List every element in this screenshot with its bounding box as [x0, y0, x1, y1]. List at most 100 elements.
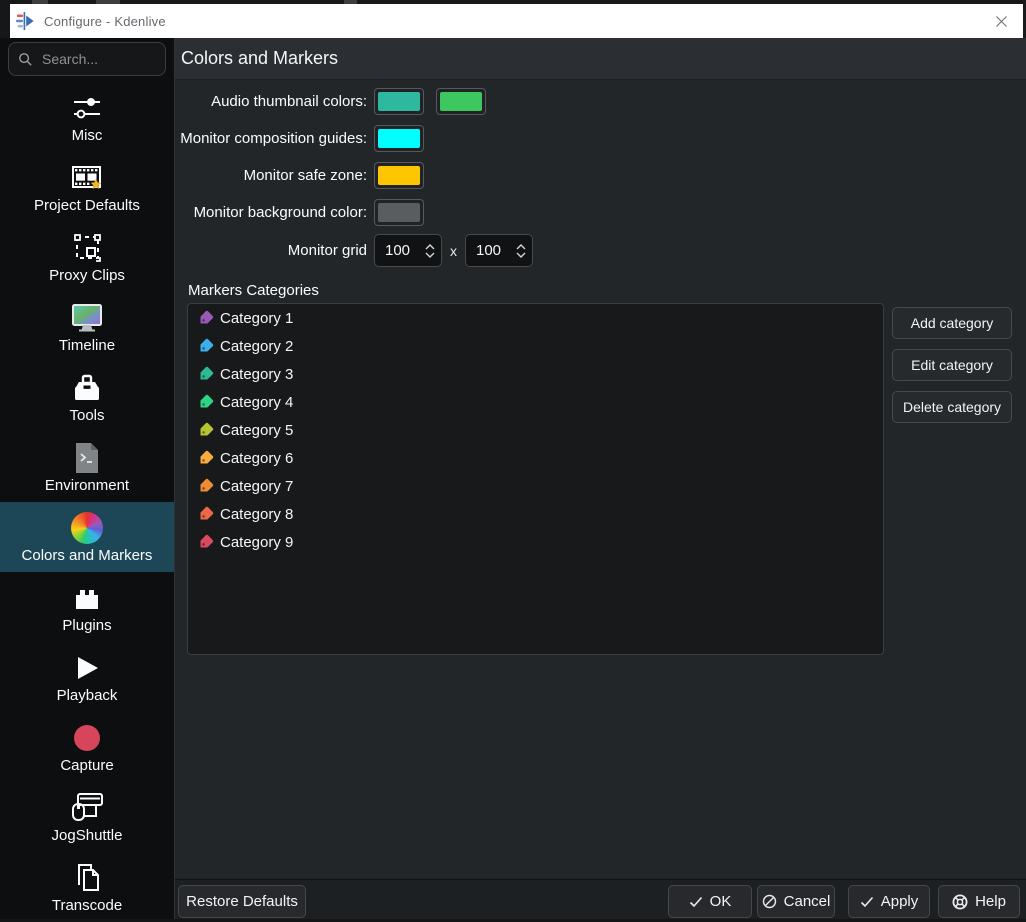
- category-label: Category 5: [220, 422, 293, 439]
- sidebar-item-capture[interactable]: Capture: [0, 712, 174, 782]
- monitor-safe-zone-row: Monitor safe zone:: [175, 161, 875, 189]
- grid-width-value[interactable]: 100: [375, 242, 419, 259]
- sidebar-item-label: Project Defaults: [34, 197, 140, 214]
- cancel-button[interactable]: Cancel: [757, 885, 835, 918]
- toolbox-icon: [70, 370, 104, 406]
- check-icon: [689, 896, 703, 908]
- category-list-item[interactable]: Category 5: [188, 416, 883, 444]
- record-circle-icon: [72, 720, 102, 756]
- spin-down-icon[interactable]: [425, 252, 435, 258]
- sidebar-item-label: Timeline: [59, 337, 115, 354]
- play-icon: [72, 650, 102, 686]
- background-window-edge: [0, 0, 10, 38]
- sidebar-item-colors-and-markers[interactable]: Colors and Markers: [0, 502, 174, 572]
- monitor-icon: [70, 300, 104, 336]
- sidebar-item-jogshuttle[interactable]: JogShuttle: [0, 782, 174, 852]
- add-category-button[interactable]: Add category: [892, 307, 1012, 339]
- search-input[interactable]: [33, 51, 165, 67]
- tag-icon: [196, 533, 214, 551]
- category-list-item[interactable]: Category 6: [188, 444, 883, 472]
- audio-color-2-button[interactable]: [436, 88, 486, 115]
- tag-icon: [196, 505, 214, 523]
- sidebar-item-label: Capture: [60, 757, 113, 774]
- apply-label: Apply: [881, 893, 919, 910]
- category-label: Category 2: [220, 338, 293, 355]
- page-title: Colors and Markers: [181, 48, 338, 69]
- category-list-item[interactable]: Category 2: [188, 332, 883, 360]
- tag-icon: [196, 337, 214, 355]
- grid-height-value[interactable]: 100: [466, 242, 510, 259]
- sidebar-item-timeline[interactable]: Timeline: [0, 292, 174, 362]
- restore-defaults-label: Restore Defaults: [186, 893, 298, 910]
- tag-icon: [196, 477, 214, 495]
- sliders-icon: [70, 90, 104, 126]
- category-list-item[interactable]: Category 8: [188, 500, 883, 528]
- color-wheel-icon: [71, 510, 103, 546]
- tag-icon: [196, 365, 214, 383]
- category-list-item[interactable]: Category 9: [188, 528, 883, 556]
- audio-thumbnail-colors-label: Audio thumbnail colors:: [175, 93, 374, 110]
- sidebar-item-label: Proxy Clips: [49, 267, 125, 284]
- sidebar-item-plugins[interactable]: Plugins: [0, 572, 174, 642]
- monitor-grid-row: Monitor grid 100 x 100: [175, 234, 875, 267]
- safe-zone-color-button[interactable]: [374, 162, 424, 189]
- sidebar-item-tools[interactable]: Tools: [0, 362, 174, 432]
- grid-width-spinner[interactable]: 100: [374, 234, 442, 267]
- color-swatch: [378, 129, 420, 148]
- background-color-button[interactable]: [374, 199, 424, 226]
- monitor-composition-guides-row: Monitor composition guides:: [175, 124, 875, 152]
- edit-category-button[interactable]: Edit category: [892, 349, 1012, 381]
- help-button[interactable]: Help: [938, 885, 1020, 918]
- categories-list[interactable]: Category 1 Category 2: [187, 303, 884, 655]
- restore-defaults-button[interactable]: Restore Defaults: [178, 885, 306, 918]
- monitor-composition-guides-label: Monitor composition guides:: [175, 130, 374, 147]
- sidebar-item-label: Playback: [57, 687, 118, 704]
- titlebar[interactable]: Configure - Kdenlive: [10, 4, 1023, 38]
- category-list-item[interactable]: Category 1: [188, 304, 883, 332]
- close-icon: [994, 14, 1009, 29]
- plugin-brick-icon: [71, 580, 103, 616]
- spinner-arrows: [419, 244, 441, 258]
- ok-button[interactable]: OK: [668, 885, 752, 918]
- guides-color-button[interactable]: [374, 125, 424, 152]
- category-label: Category 9: [220, 534, 293, 551]
- grid-height-spinner[interactable]: 100: [465, 234, 533, 267]
- category-list-item[interactable]: Category 4: [188, 388, 883, 416]
- sidebar-item-label: Misc: [72, 127, 103, 144]
- sidebar-item-project-defaults[interactable]: Project Defaults: [0, 152, 174, 222]
- delete-category-button[interactable]: Delete category: [892, 391, 1012, 423]
- spin-up-icon[interactable]: [425, 244, 435, 250]
- sidebar-item-proxy-clips[interactable]: Proxy Clips: [0, 222, 174, 292]
- markers-categories-label: Markers Categories: [188, 282, 319, 299]
- spin-up-icon[interactable]: [516, 244, 526, 250]
- help-lifebuoy-icon: [952, 894, 968, 910]
- spin-down-icon[interactable]: [516, 252, 526, 258]
- sidebar-item-misc[interactable]: Misc: [0, 82, 174, 152]
- apply-button[interactable]: Apply: [848, 885, 930, 918]
- sidebar-item-transcode[interactable]: Transcode: [0, 852, 174, 922]
- category-list-item[interactable]: Category 3: [188, 360, 883, 388]
- tag-icon: [196, 309, 214, 327]
- search-box[interactable]: [8, 42, 166, 76]
- category-label: Category 8: [220, 506, 293, 523]
- sidebar-item-label: Colors and Markers: [22, 547, 153, 564]
- tag-icon: [196, 421, 214, 439]
- sidebar-item-environment[interactable]: Environment: [0, 432, 174, 502]
- cancel-label: Cancel: [784, 893, 831, 910]
- jogshuttle-device-icon: [69, 790, 105, 826]
- category-list-item[interactable]: Category 7: [188, 472, 883, 500]
- sidebar-item-label: Tools: [69, 407, 104, 424]
- category-label: Category 7: [220, 478, 293, 495]
- audio-color-1-button[interactable]: [374, 88, 424, 115]
- monitor-grid-label: Monitor grid: [175, 242, 374, 259]
- sidebar-item-playback[interactable]: Playback: [0, 642, 174, 712]
- color-swatch: [378, 203, 420, 222]
- close-button[interactable]: [987, 7, 1015, 35]
- monitor-safe-zone-label: Monitor safe zone:: [175, 167, 374, 184]
- window-title: Configure - Kdenlive: [44, 14, 166, 29]
- settings-page: Colors and Markers Audio thumbnail color…: [175, 38, 1026, 922]
- color-swatch: [440, 92, 482, 111]
- category-label: Category 6: [220, 450, 293, 467]
- sidebar-item-label: Environment: [45, 477, 129, 494]
- monitor-background-color-label: Monitor background color:: [175, 204, 374, 221]
